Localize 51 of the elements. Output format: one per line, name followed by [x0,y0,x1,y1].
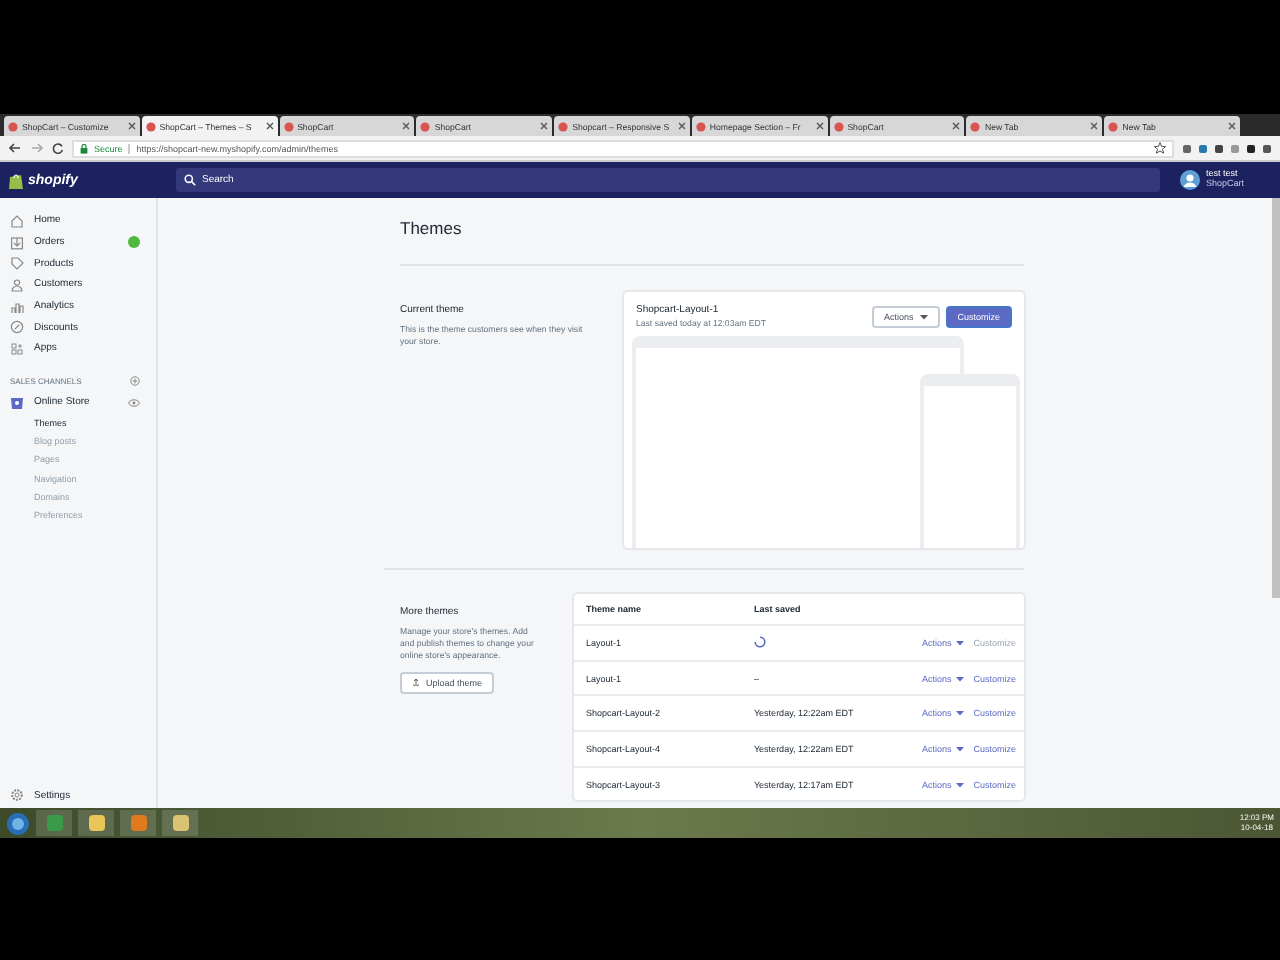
apps-icon [10,341,24,356]
caret-icon [955,710,964,717]
close-icon [952,122,961,130]
page-icon [833,121,844,131]
inbox-icon [10,235,24,250]
reload-icon [52,142,64,154]
upload-icon [412,678,420,687]
star-icon [1154,142,1166,154]
caret-icon [919,313,928,319]
bar-chart-icon [10,299,24,314]
page-icon [558,121,569,131]
person-icon [10,277,24,292]
taskbar-button[interactable] [120,810,156,836]
search-icon [184,174,196,186]
page-icon [420,121,431,131]
page-icon [283,121,294,131]
close-icon [265,122,274,130]
close-icon [127,122,136,130]
shopping-bag-icon [8,171,24,189]
page-title: Themes [400,218,1024,266]
eye-icon [128,397,140,408]
discount-icon [10,320,24,335]
caret-icon [955,675,964,682]
start-orb-icon [6,811,30,835]
house-icon [10,213,24,228]
forward-arrow-icon [30,142,44,154]
page-icon [145,121,156,131]
lock-icon [80,143,88,153]
add-icon [130,376,140,387]
page-icon [970,121,981,131]
tag-icon [10,256,24,271]
gear-icon [10,788,24,803]
caret-icon [955,639,964,646]
store-icon [10,395,24,410]
caret-icon [955,745,964,752]
page-icon [1108,121,1119,131]
loading-spinner-icon [753,636,766,649]
close-icon [1228,122,1237,130]
avatar-icon [1180,170,1200,190]
taskbar-button[interactable] [78,810,114,836]
back-arrow-icon [8,142,22,154]
close-icon [815,122,824,130]
taskbar-button[interactable] [162,810,198,836]
close-icon [402,122,411,130]
close-icon [1090,122,1099,130]
taskbar-button[interactable] [36,810,72,836]
close-icon [540,122,549,130]
caret-icon [955,781,964,788]
close-icon [677,122,686,130]
page-icon [8,121,18,131]
page-icon [695,121,706,131]
